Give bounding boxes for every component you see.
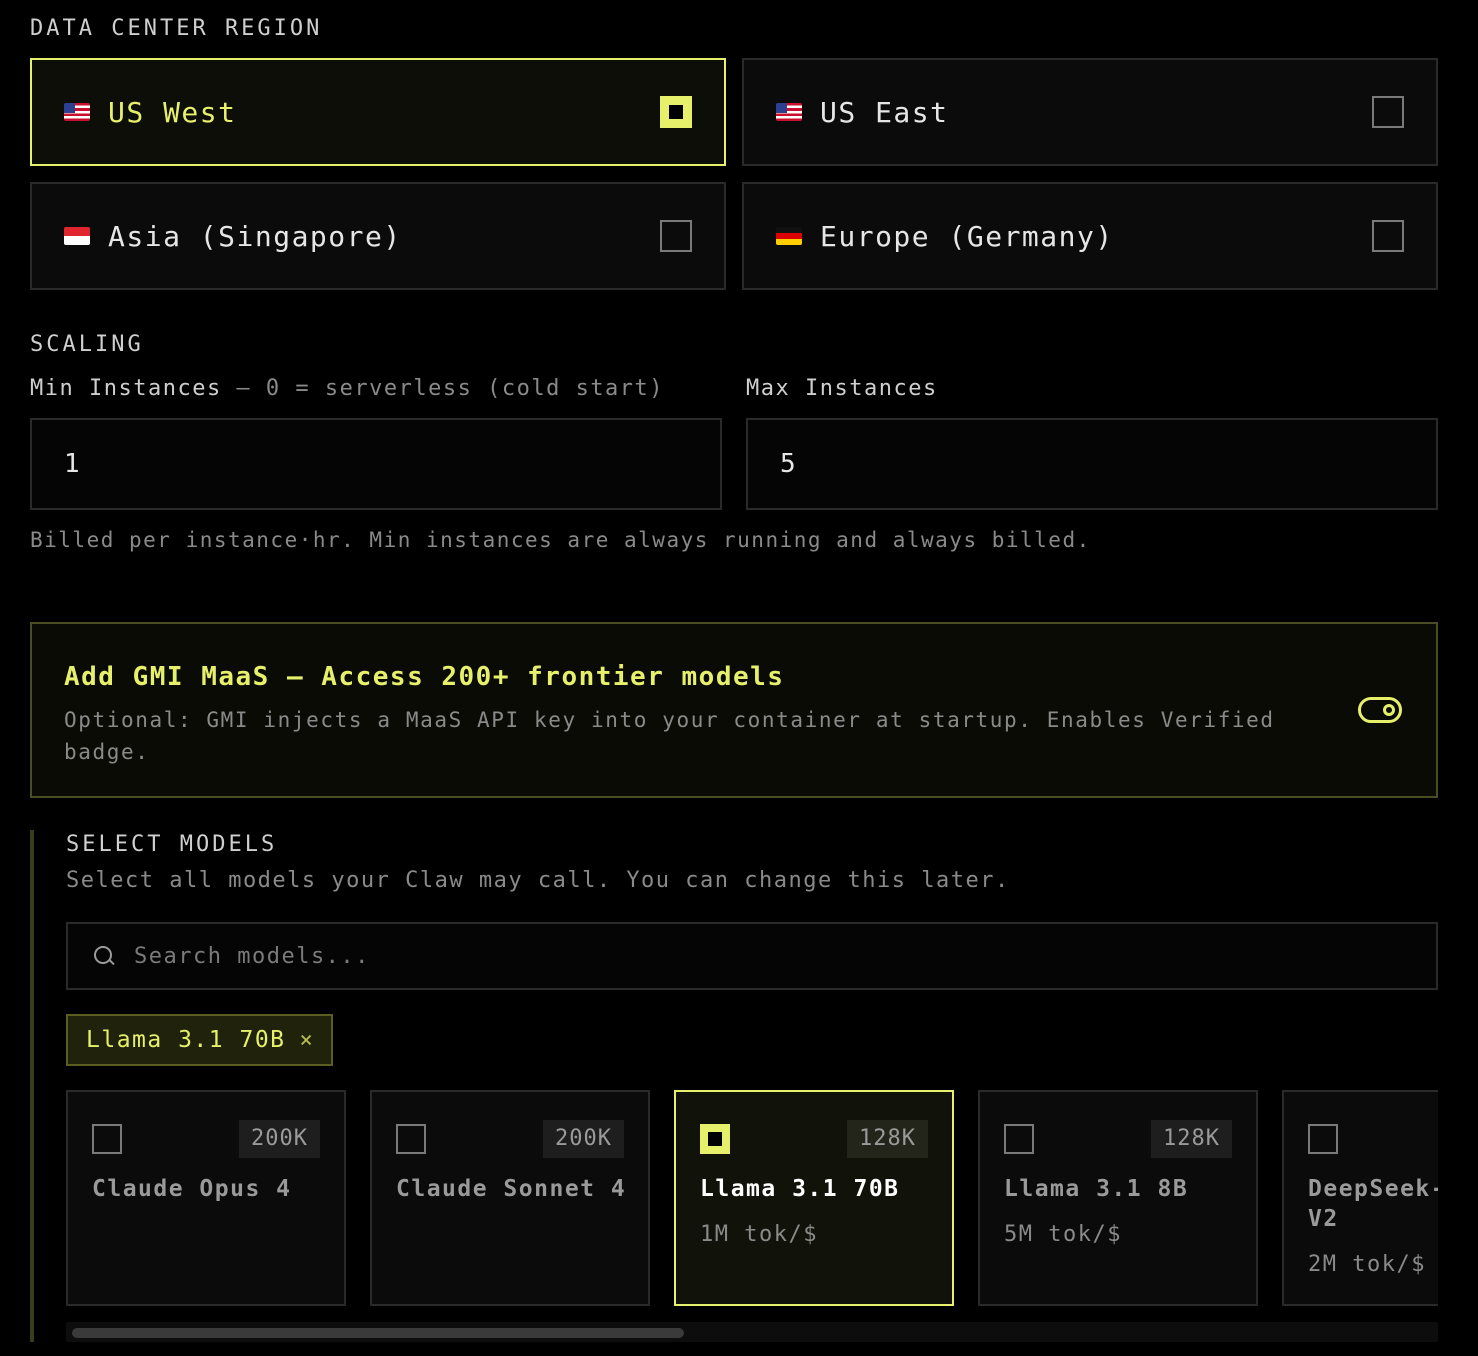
region-name: US East: [820, 95, 949, 129]
region-option-europe-germany[interactable]: Europe (Germany): [742, 182, 1438, 290]
models-section-accent-bar: [30, 830, 34, 1342]
context-badge: 200K: [239, 1120, 320, 1158]
model-price: 5M tok/$: [1004, 1222, 1122, 1247]
context-badge: 200K: [543, 1120, 624, 1158]
max-instances-input[interactable]: [746, 418, 1438, 510]
model-checkbox[interactable]: [1004, 1124, 1034, 1154]
model-price: 2M tok/$: [1308, 1252, 1426, 1277]
models-section-label: SELECT MODELS: [66, 832, 278, 857]
region-checkbox[interactable]: [1372, 96, 1404, 128]
context-badge: 128K: [847, 1120, 928, 1158]
model-card-claude-opus-4[interactable]: 200K Claude Opus 4: [66, 1090, 346, 1306]
model-card-llama-3-1-70b[interactable]: 128K Llama 3.1 70B 1M tok/$: [674, 1090, 954, 1306]
model-name: Claude Sonnet 4: [396, 1176, 627, 1202]
chip-label: Llama 3.1 70B: [86, 1027, 286, 1053]
region-option-us-west[interactable]: US West: [30, 58, 726, 166]
singapore-flag-icon: [64, 227, 90, 245]
model-name: DeepSeek-V2: [1308, 1176, 1438, 1232]
min-instances-hint: — 0 = serverless (cold start): [221, 376, 665, 401]
model-checkbox[interactable]: [92, 1124, 122, 1154]
min-instances-label: Min Instances — 0 = serverless (cold sta…: [30, 376, 664, 401]
maas-description: Optional: GMI injects a MaaS API key int…: [64, 708, 1275, 764]
maas-panel: Add GMI MaaS — Access 200+ frontier mode…: [30, 622, 1438, 798]
us-flag-icon: [776, 103, 802, 121]
region-checkbox[interactable]: [1372, 220, 1404, 252]
region-name: Asia (Singapore): [108, 219, 402, 253]
us-flag-icon: [64, 103, 90, 121]
model-name: Claude Opus 4: [92, 1176, 292, 1202]
model-checkbox-checked[interactable]: [700, 1124, 730, 1154]
scaling-section-label: SCALING: [30, 332, 144, 357]
horizontal-scrollbar[interactable]: [66, 1322, 1438, 1342]
model-name: Llama 3.1 8B: [1004, 1176, 1189, 1202]
region-name: Europe (Germany): [820, 219, 1114, 253]
region-name: US West: [108, 95, 237, 129]
model-checkbox[interactable]: [396, 1124, 426, 1154]
min-instances-label-text: Min Instances: [30, 376, 222, 401]
model-card-list: 200K Claude Opus 4 200K Claude Sonnet 4 …: [66, 1090, 1438, 1308]
selected-model-chip: Llama 3.1 70B ×: [66, 1014, 333, 1066]
search-icon: [92, 944, 116, 968]
model-card-deepseek-v2[interactable]: DeepSeek-V2 2M tok/$: [1282, 1090, 1438, 1306]
max-instances-label: Max Instances: [746, 376, 938, 401]
region-option-us-east[interactable]: US East: [742, 58, 1438, 166]
region-checkbox[interactable]: [660, 220, 692, 252]
maas-toggle[interactable]: [1358, 697, 1402, 723]
model-price: 1M tok/$: [700, 1222, 818, 1247]
region-option-asia-singapore[interactable]: Asia (Singapore): [30, 182, 726, 290]
deployment-config-form: DATA CENTER REGION US West US East Asia …: [0, 0, 1478, 1356]
billing-note: Billed per instance·hr. Min instances ar…: [30, 528, 1091, 552]
model-name: Llama 3.1 70B: [700, 1176, 900, 1202]
model-card-llama-3-1-8b[interactable]: 128K Llama 3.1 8B 5M tok/$: [978, 1090, 1258, 1306]
context-badge: 128K: [1151, 1120, 1232, 1158]
model-checkbox[interactable]: [1308, 1124, 1338, 1154]
germany-flag-icon: [776, 227, 802, 245]
toggle-knob: [1383, 704, 1395, 716]
model-search-input[interactable]: [134, 943, 1436, 969]
maas-title: Add GMI MaaS — Access 200+ frontier mode…: [64, 662, 785, 692]
model-card-claude-sonnet-4[interactable]: 200K Claude Sonnet 4: [370, 1090, 650, 1306]
region-checkbox-checked[interactable]: [660, 96, 692, 128]
scrollbar-thumb[interactable]: [72, 1328, 684, 1338]
model-search-box: [66, 922, 1438, 990]
remove-chip-icon[interactable]: ×: [300, 1028, 313, 1053]
min-instances-input[interactable]: [30, 418, 722, 510]
region-section-label: DATA CENTER REGION: [30, 16, 323, 41]
models-section-subtitle: Select all models your Claw may call. Yo…: [66, 868, 1010, 893]
